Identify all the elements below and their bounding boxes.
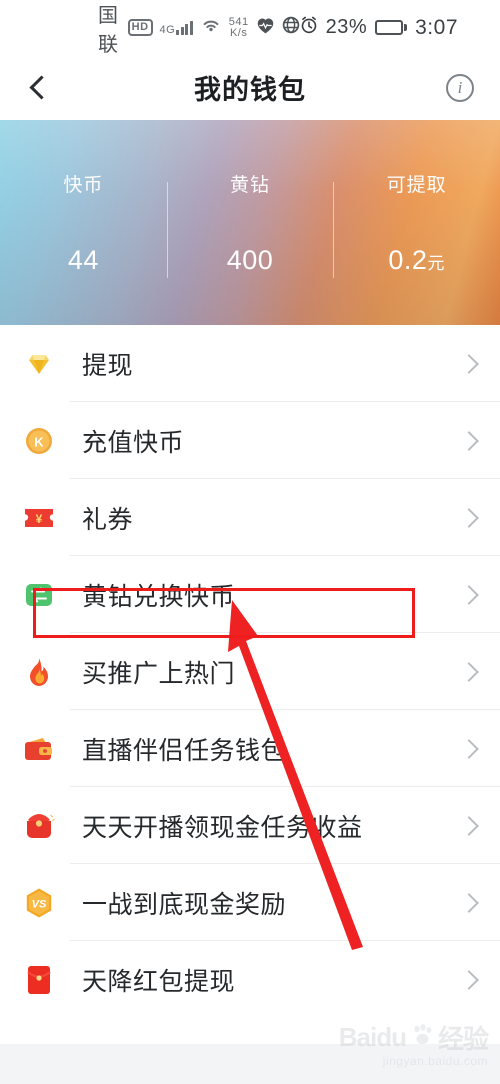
battery-icon	[375, 20, 408, 35]
wallet-icon	[22, 732, 56, 766]
menu-item-label: 礼券	[82, 505, 134, 534]
balance-value: 44	[67, 244, 99, 275]
chevron-right-icon	[462, 357, 476, 371]
exchange-icon	[22, 578, 56, 612]
chevron-right-icon	[462, 665, 476, 679]
chevron-right-icon	[462, 896, 476, 910]
menu-item-label: 一战到底现金奖励	[82, 890, 287, 919]
balance-label: 黄钻	[230, 174, 271, 196]
menu-item-label: 提现	[82, 351, 134, 380]
menu-item-withdraw[interactable]: 提现	[0, 325, 500, 402]
chevron-right-icon	[462, 588, 476, 602]
nav-bar: 我的钱包 i	[0, 55, 500, 120]
globe-icon	[282, 16, 300, 39]
chevron-right-icon	[462, 973, 476, 987]
balance-unit: 元	[427, 253, 445, 273]
menu-item-label: 天天开播领现金任务收益	[82, 813, 363, 842]
signal-bars-icon	[176, 20, 193, 35]
gift-purse-icon	[22, 809, 56, 843]
menu-item-label: 买推广上热门	[82, 659, 236, 688]
chevron-right-icon	[462, 511, 476, 525]
balance-card: 快币 44 黄钻 400 可提取 0.2元	[0, 120, 500, 325]
chevron-right-icon	[462, 434, 476, 448]
phone-screen: 中国联通 HD 4G 541 K/s	[0, 0, 500, 1084]
balance-label: 快币	[63, 174, 104, 196]
battery-percent: 23%	[325, 16, 368, 38]
network-type-indicator: 4G	[159, 20, 193, 36]
balance-column-huangzuan[interactable]: 黄钻 400	[166, 170, 334, 278]
balance-value: 0.2元	[388, 244, 445, 275]
menu-item-exchange-diamond-to-kuaibi[interactable]: 黄钻兑换快币	[0, 556, 500, 633]
status-bar: 中国联通 HD 4G 541 K/s	[0, 0, 500, 85]
red-envelope-icon	[22, 963, 56, 997]
svg-text:VS: VS	[32, 898, 47, 910]
balance-label: 可提取	[386, 174, 447, 196]
page-title: 我的钱包	[194, 75, 306, 105]
menu-item-label: 直播伴侣任务钱包	[82, 736, 287, 765]
heart-icon	[256, 17, 275, 39]
svg-text:¥: ¥	[36, 512, 43, 526]
clock: 3:07	[415, 15, 458, 39]
network-speed: 541 K/s	[228, 15, 249, 39]
flame-icon	[22, 655, 56, 689]
menu-item-daily-live-cash-task[interactable]: 天天开播领现金任务收益	[0, 787, 500, 864]
network-type-label: 4G	[159, 24, 176, 36]
menu-item-label: 天降红包提现	[82, 967, 236, 996]
balance-column-kuaibi[interactable]: 快币 44	[0, 170, 167, 276]
balance-column-withdrawable[interactable]: 可提取 0.2元	[333, 170, 500, 278]
menu-item-battle-cash-reward[interactable]: VS 一战到底现金奖励	[0, 864, 500, 941]
diamond-icon	[22, 347, 56, 381]
menu-item-label: 充值快币	[82, 428, 185, 457]
bottom-strip	[0, 1044, 500, 1084]
chevron-right-icon	[462, 819, 476, 833]
status-bar-right: 23% 3:07	[300, 16, 458, 40]
menu-item-red-packet-withdraw[interactable]: 天降红包提现	[0, 941, 500, 1018]
menu-item-coupon[interactable]: ¥ 礼券	[0, 479, 500, 556]
wifi-icon	[200, 17, 222, 39]
menu-item-buy-promotion[interactable]: 买推广上热门	[0, 633, 500, 710]
wallet-menu-list: 提现 K 充值快币 ¥ 礼券 黄钻兑换快币 买推广上热门 直播伴侣任务钱包 天天…	[0, 325, 500, 1018]
balance-value: 400	[226, 244, 274, 275]
menu-item-live-companion-wallet[interactable]: 直播伴侣任务钱包	[0, 710, 500, 787]
coupon-ticket-icon: ¥	[22, 501, 56, 535]
hd-badge: HD	[127, 19, 153, 36]
info-icon[interactable]: i	[446, 73, 474, 102]
chevron-right-icon	[462, 742, 476, 756]
menu-item-label: 黄钻兑换快币	[82, 582, 236, 611]
svg-text:K: K	[34, 434, 44, 449]
alarm-icon	[300, 16, 318, 39]
menu-item-recharge-kuaibi[interactable]: K 充值快币	[0, 402, 500, 479]
k-coin-icon: K	[22, 424, 56, 458]
vs-hexagon-icon: VS	[22, 886, 56, 920]
